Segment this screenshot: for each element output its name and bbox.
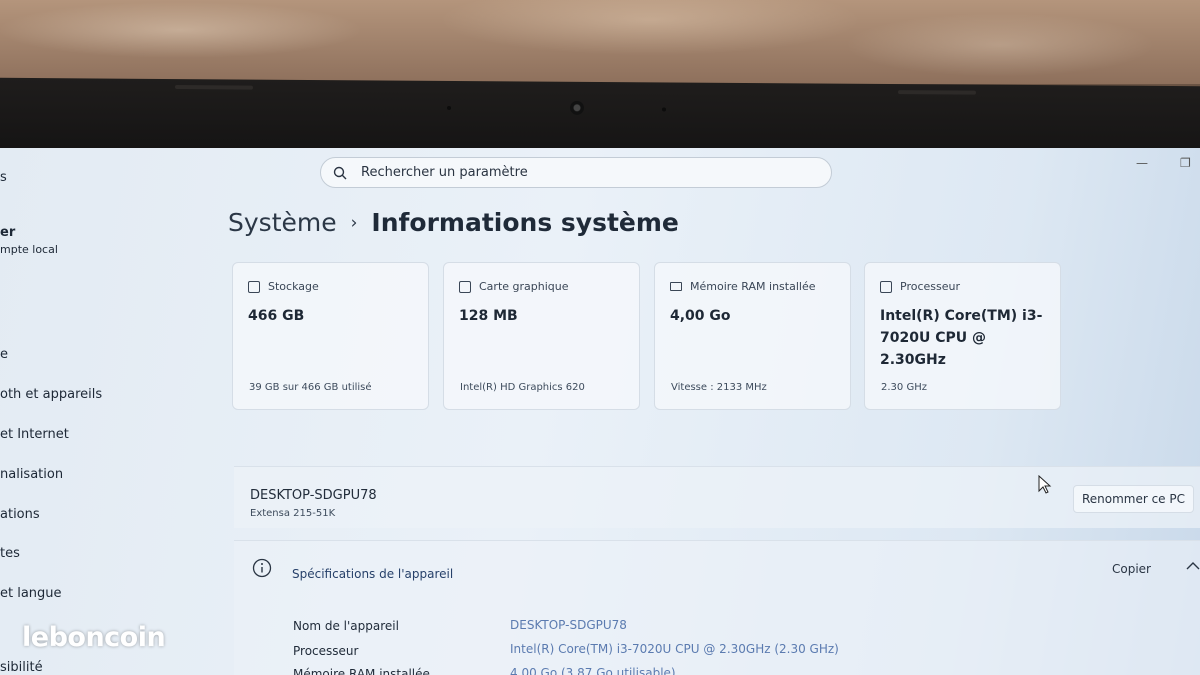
sidebar-item-accessibility[interactable]: sibilité: [0, 660, 43, 675]
processor-card[interactable]: Processeur Intel(R) Core(TM) i3-7020U CP…: [864, 262, 1061, 410]
processor-icon: [880, 280, 892, 293]
minimize-icon[interactable]: —: [1136, 156, 1148, 170]
leboncoin-watermark: leboncoin: [22, 622, 166, 653]
card-label: Mémoire RAM installée: [690, 280, 816, 293]
breadcrumb: Système › Informations système: [228, 208, 679, 237]
rename-pc-button[interactable]: Renommer ce PC: [1072, 485, 1194, 513]
card-value: 466 GB: [248, 308, 305, 324]
device-name: DESKTOP-SDGPU78: [250, 488, 377, 503]
spec-label: Mémoire RAM installée: [293, 667, 430, 675]
sidebar-item-network[interactable]: et Internet: [0, 427, 69, 442]
search-box[interactable]: [320, 157, 832, 188]
sidebar-item-apps[interactable]: ations: [0, 507, 40, 522]
card-value: Intel(R) Core(TM) i3-7020U CPU @ 2.30GHz: [880, 308, 1043, 368]
storage-icon: [248, 280, 260, 293]
info-icon: [252, 558, 272, 578]
sidebar-item-time-language[interactable]: et langue: [0, 586, 62, 601]
bezel-vent: [898, 90, 976, 95]
storage-card[interactable]: Stockage 466 GB 39 GB sur 466 GB utilisé: [232, 262, 429, 410]
mouse-cursor-icon: [1038, 475, 1052, 494]
spec-label: Nom de l'appareil: [293, 619, 399, 633]
card-detail: Intel(R) HD Graphics 620: [460, 382, 585, 393]
bezel-sensor: [662, 107, 666, 112]
search-input[interactable]: [361, 165, 801, 180]
sidebar-item-personalization[interactable]: nalisation: [0, 467, 63, 482]
bezel-sensor: [447, 105, 451, 110]
device-name-row: DESKTOP-SDGPU78 Extensa 215-51K Renommer…: [234, 466, 1200, 528]
graphics-card-icon: [459, 280, 471, 293]
webcam-icon: [570, 100, 584, 115]
spec-value: DESKTOP-SDGPU78: [510, 618, 627, 632]
card-value: 4,00 Go: [670, 308, 731, 324]
spec-value: 4,00 Go (3,87 Go utilisable): [510, 666, 676, 675]
sidebar-user-name: er: [0, 225, 16, 240]
sidebar-item-system[interactable]: e: [0, 347, 8, 362]
spec-label: Processeur: [293, 644, 359, 658]
sidebar-account-type: mpte local: [0, 243, 58, 256]
card-detail: Vitesse : 2133 MHz: [671, 382, 767, 393]
laptop-bezel: [0, 77, 1200, 159]
spec-value: Intel(R) Core(TM) i3-7020U CPU @ 2.30GHz…: [510, 642, 839, 656]
specs-title[interactable]: Spécifications de l'appareil: [292, 567, 453, 581]
bezel-vent: [175, 85, 253, 90]
page-title: Informations système: [371, 208, 679, 237]
device-specs-section: Spécifications de l'appareil Copier Nom …: [234, 540, 1200, 675]
card-detail: 39 GB sur 466 GB utilisé: [249, 382, 372, 393]
card-label: Stockage: [268, 280, 319, 293]
sidebar-item-bluetooth[interactable]: oth et appareils: [0, 387, 102, 402]
settings-window: s er mpte local e oth et appareils et In…: [0, 148, 1200, 675]
sidebar-item-accounts[interactable]: tes: [0, 546, 20, 561]
chevron-right-icon: ›: [350, 212, 358, 233]
card-detail: 2.30 GHz: [881, 382, 927, 393]
ram-icon: [670, 282, 682, 291]
background-fabric: [0, 0, 1200, 84]
ram-card[interactable]: Mémoire RAM installée 4,00 Go Vitesse : …: [654, 262, 851, 410]
graphics-card[interactable]: Carte graphique 128 MB Intel(R) HD Graph…: [443, 262, 640, 410]
sidebar: s er mpte local e oth et appareils et In…: [0, 148, 200, 675]
device-model: Extensa 215-51K: [250, 508, 336, 519]
chevron-up-icon[interactable]: [1186, 561, 1200, 571]
sidebar-item[interactable]: s: [0, 170, 7, 185]
maximize-icon[interactable]: ❐: [1180, 156, 1191, 170]
copy-button[interactable]: Copier: [1102, 557, 1161, 581]
card-label: Carte graphique: [479, 280, 569, 293]
search-icon: [333, 166, 347, 179]
card-label: Processeur: [900, 280, 960, 293]
breadcrumb-system[interactable]: Système: [228, 208, 337, 237]
card-value: 128 MB: [459, 308, 518, 324]
